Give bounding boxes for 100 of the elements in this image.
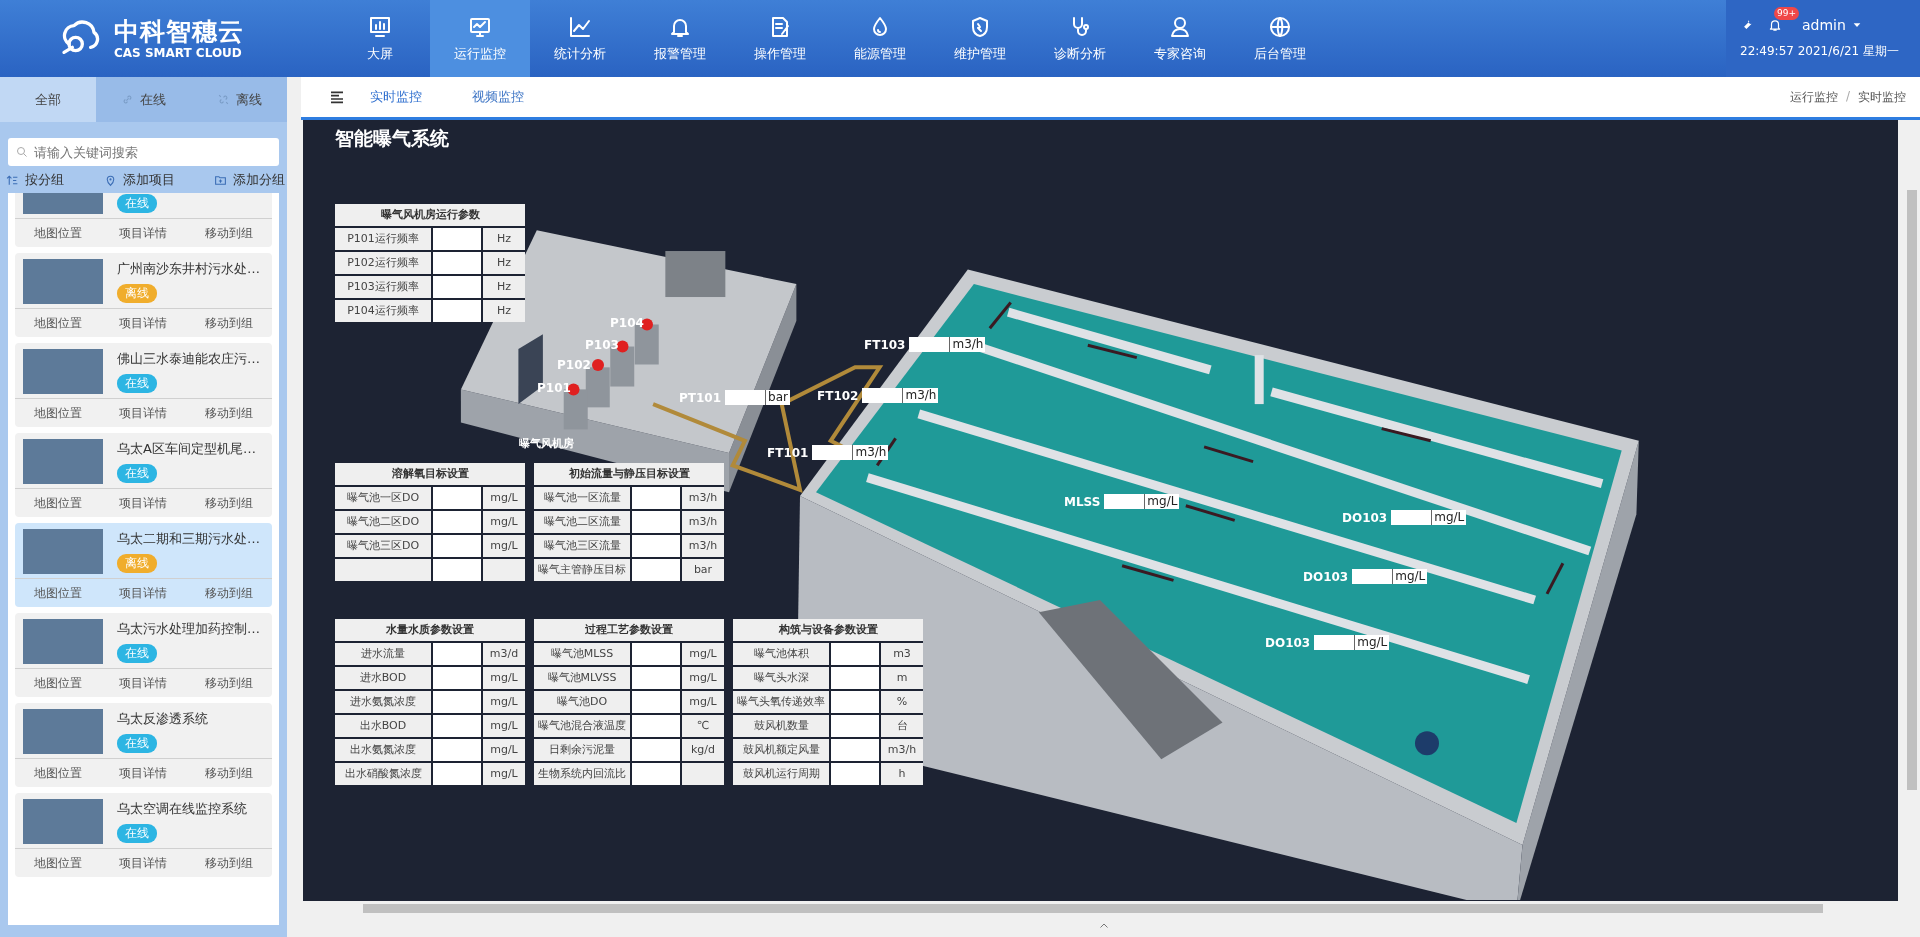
filter-tab[interactable]: 在线 — [95, 77, 192, 122]
status-badge: 在线 — [117, 194, 157, 213]
table-cell: 台 — [881, 715, 923, 737]
page-tab[interactable]: 实时监控 — [345, 77, 447, 117]
status-badge: 在线 — [117, 824, 157, 843]
card-action-link[interactable]: 项目详情 — [119, 314, 168, 332]
filter-tab[interactable]: 全部 — [0, 77, 96, 122]
unit-label: mg/L — [1354, 635, 1390, 650]
page-tab[interactable]: 视频监控 — [447, 77, 549, 117]
card-action-link[interactable]: 地图位置 — [33, 764, 82, 782]
project-card[interactable]: 佛山三水泰迪能农庄污… 在线 地图位置 项目详情 移动到组 — [15, 343, 272, 427]
table-cell: 曝气池MLSS — [534, 643, 630, 665]
value-field — [632, 667, 680, 689]
card-action-link[interactable]: 移动到组 — [205, 854, 254, 872]
card-action-link[interactable]: 地图位置 — [33, 674, 82, 692]
card-action-link[interactable]: 地图位置 — [33, 584, 82, 602]
breadcrumb-link[interactable]: 实时监控 — [1858, 88, 1906, 106]
bell-icon[interactable] — [1768, 18, 1782, 32]
value-field — [433, 691, 481, 713]
card-action-link[interactable]: 地图位置 — [33, 854, 82, 872]
card-action-link[interactable]: 项目详情 — [119, 764, 168, 782]
person-icon — [1168, 14, 1192, 39]
card-action-link[interactable]: 移动到组 — [205, 764, 254, 782]
card-action-link[interactable]: 项目详情 — [119, 584, 168, 602]
value-field — [632, 739, 680, 761]
nav-tab[interactable]: 诊断分析 — [1030, 0, 1130, 77]
table-cell: P101运行频率 — [335, 228, 431, 250]
table-cell: m3/h — [682, 487, 724, 509]
sort-icon — [6, 173, 19, 187]
table-cell: mg/L — [483, 535, 525, 557]
card-action-link[interactable]: 项目详情 — [119, 404, 168, 422]
panel-title: 智能曝气系统 — [335, 126, 450, 151]
table-cell: 曝气池三区流量 — [534, 535, 630, 557]
nav-tab[interactable]: 统计分析 — [530, 0, 630, 77]
card-action-link[interactable]: 项目详情 — [119, 224, 168, 242]
table-cell: mg/L — [682, 667, 724, 689]
nav-tab[interactable]: 维护管理 — [930, 0, 1030, 77]
project-title: 乌太反渗透系统 — [117, 710, 208, 728]
table-cell: mg/L — [483, 715, 525, 737]
reading-field — [1104, 494, 1145, 509]
status-badge: 在线 — [117, 644, 157, 663]
table-cell: 曝气池二区流量 — [534, 511, 630, 533]
table-cell: P103运行频率 — [335, 276, 431, 298]
sensor-label: DO103 — [1342, 510, 1388, 525]
nav-tab[interactable]: 能源管理 — [830, 0, 930, 77]
sidebar-action-link[interactable]: 按分组 — [6, 171, 64, 189]
value-field — [433, 487, 481, 509]
search-field[interactable]: 请输入关键词搜索 — [8, 138, 279, 166]
card-action-link[interactable]: 移动到组 — [205, 404, 254, 422]
project-card[interactable]: 广州南沙东井村污水处… 离线 地图位置 项目详情 移动到组 — [15, 253, 272, 337]
breadcrumb-link[interactable]: 运行监控 — [1789, 88, 1838, 106]
table-cell: 日剩余污泥量 — [534, 739, 630, 761]
table-cell: 曝气池二区DO — [335, 511, 431, 533]
broken-link-icon — [216, 93, 230, 106]
value-field — [831, 643, 879, 665]
project-card[interactable]: 乌太空调在线监控系统 在线 地图位置 项目详情 移动到组 — [15, 793, 272, 877]
value-field — [632, 715, 680, 737]
table-cell — [682, 763, 724, 785]
nav-tab[interactable]: 后台管理 — [1230, 0, 1330, 77]
card-action-link[interactable]: 项目详情 — [119, 854, 168, 872]
value-field — [632, 559, 680, 581]
caret-icon — [1851, 20, 1862, 30]
nav-tab[interactable]: 报警管理 — [630, 0, 730, 77]
nav-tab[interactable]: 操作管理 — [730, 0, 830, 77]
card-action-link[interactable]: 项目详情 — [119, 494, 168, 512]
bar-chart-icon — [368, 14, 392, 39]
project-title: 佛山三水泰迪能农庄污… — [117, 350, 260, 368]
value-field — [632, 511, 680, 533]
table-cell: % — [881, 691, 923, 713]
card-action-link[interactable]: 移动到组 — [205, 314, 254, 332]
card-action-link[interactable]: 移动到组 — [205, 584, 254, 602]
date-time: 22:49:57 2021/6/21 星期一 — [1740, 43, 1900, 60]
table-cell: mg/L — [483, 691, 525, 713]
card-action-link[interactable]: 地图位置 — [33, 224, 82, 242]
card-action-link[interactable]: 地图位置 — [33, 494, 82, 512]
value-field — [831, 715, 879, 737]
project-card[interactable]: 乌太二期和三期污水处… 离线 地图位置 项目详情 移动到组 — [15, 523, 272, 607]
project-card[interactable]: 乌太污水处理加药控制… 在线 地图位置 项目详情 移动到组 — [15, 613, 272, 697]
table-cell: 出水硝酸氮浓度 — [335, 763, 431, 785]
user-menu[interactable]: admin — [1802, 17, 1862, 33]
table-cell: Hz — [483, 276, 525, 298]
sidebar-action-link[interactable]: 添加分组 — [214, 171, 285, 189]
table-cell: mg/L — [682, 691, 724, 713]
project-card[interactable]: 在线 地图位置 项目详情 移动到组 — [15, 193, 272, 247]
project-card[interactable]: 乌太A区车间定型机尾… 在线 地图位置 项目详情 移动到组 — [15, 433, 272, 517]
nav-tab[interactable]: 专家咨询 — [1130, 0, 1230, 77]
card-action-link[interactable]: 移动到组 — [205, 674, 254, 692]
card-action-link[interactable]: 移动到组 — [205, 494, 254, 512]
card-action-link[interactable]: 地图位置 — [33, 314, 82, 332]
nav-tab[interactable]: 大屏 — [330, 0, 430, 77]
table-cell: 出水BOD — [335, 715, 431, 737]
table-cell: 生物系统内回流比 — [534, 763, 630, 785]
table-cell: 曝气池混合液温度 — [534, 715, 630, 737]
card-action-link[interactable]: 地图位置 — [33, 404, 82, 422]
sidebar-action-link[interactable]: 添加项目 — [103, 171, 175, 189]
filter-tab[interactable]: 离线 — [191, 77, 287, 122]
card-action-link[interactable]: 移动到组 — [205, 224, 254, 242]
card-action-link[interactable]: 项目详情 — [119, 674, 168, 692]
project-card[interactable]: 乌太反渗透系统 在线 地图位置 项目详情 移动到组 — [15, 703, 272, 787]
reading-field — [1391, 510, 1432, 525]
